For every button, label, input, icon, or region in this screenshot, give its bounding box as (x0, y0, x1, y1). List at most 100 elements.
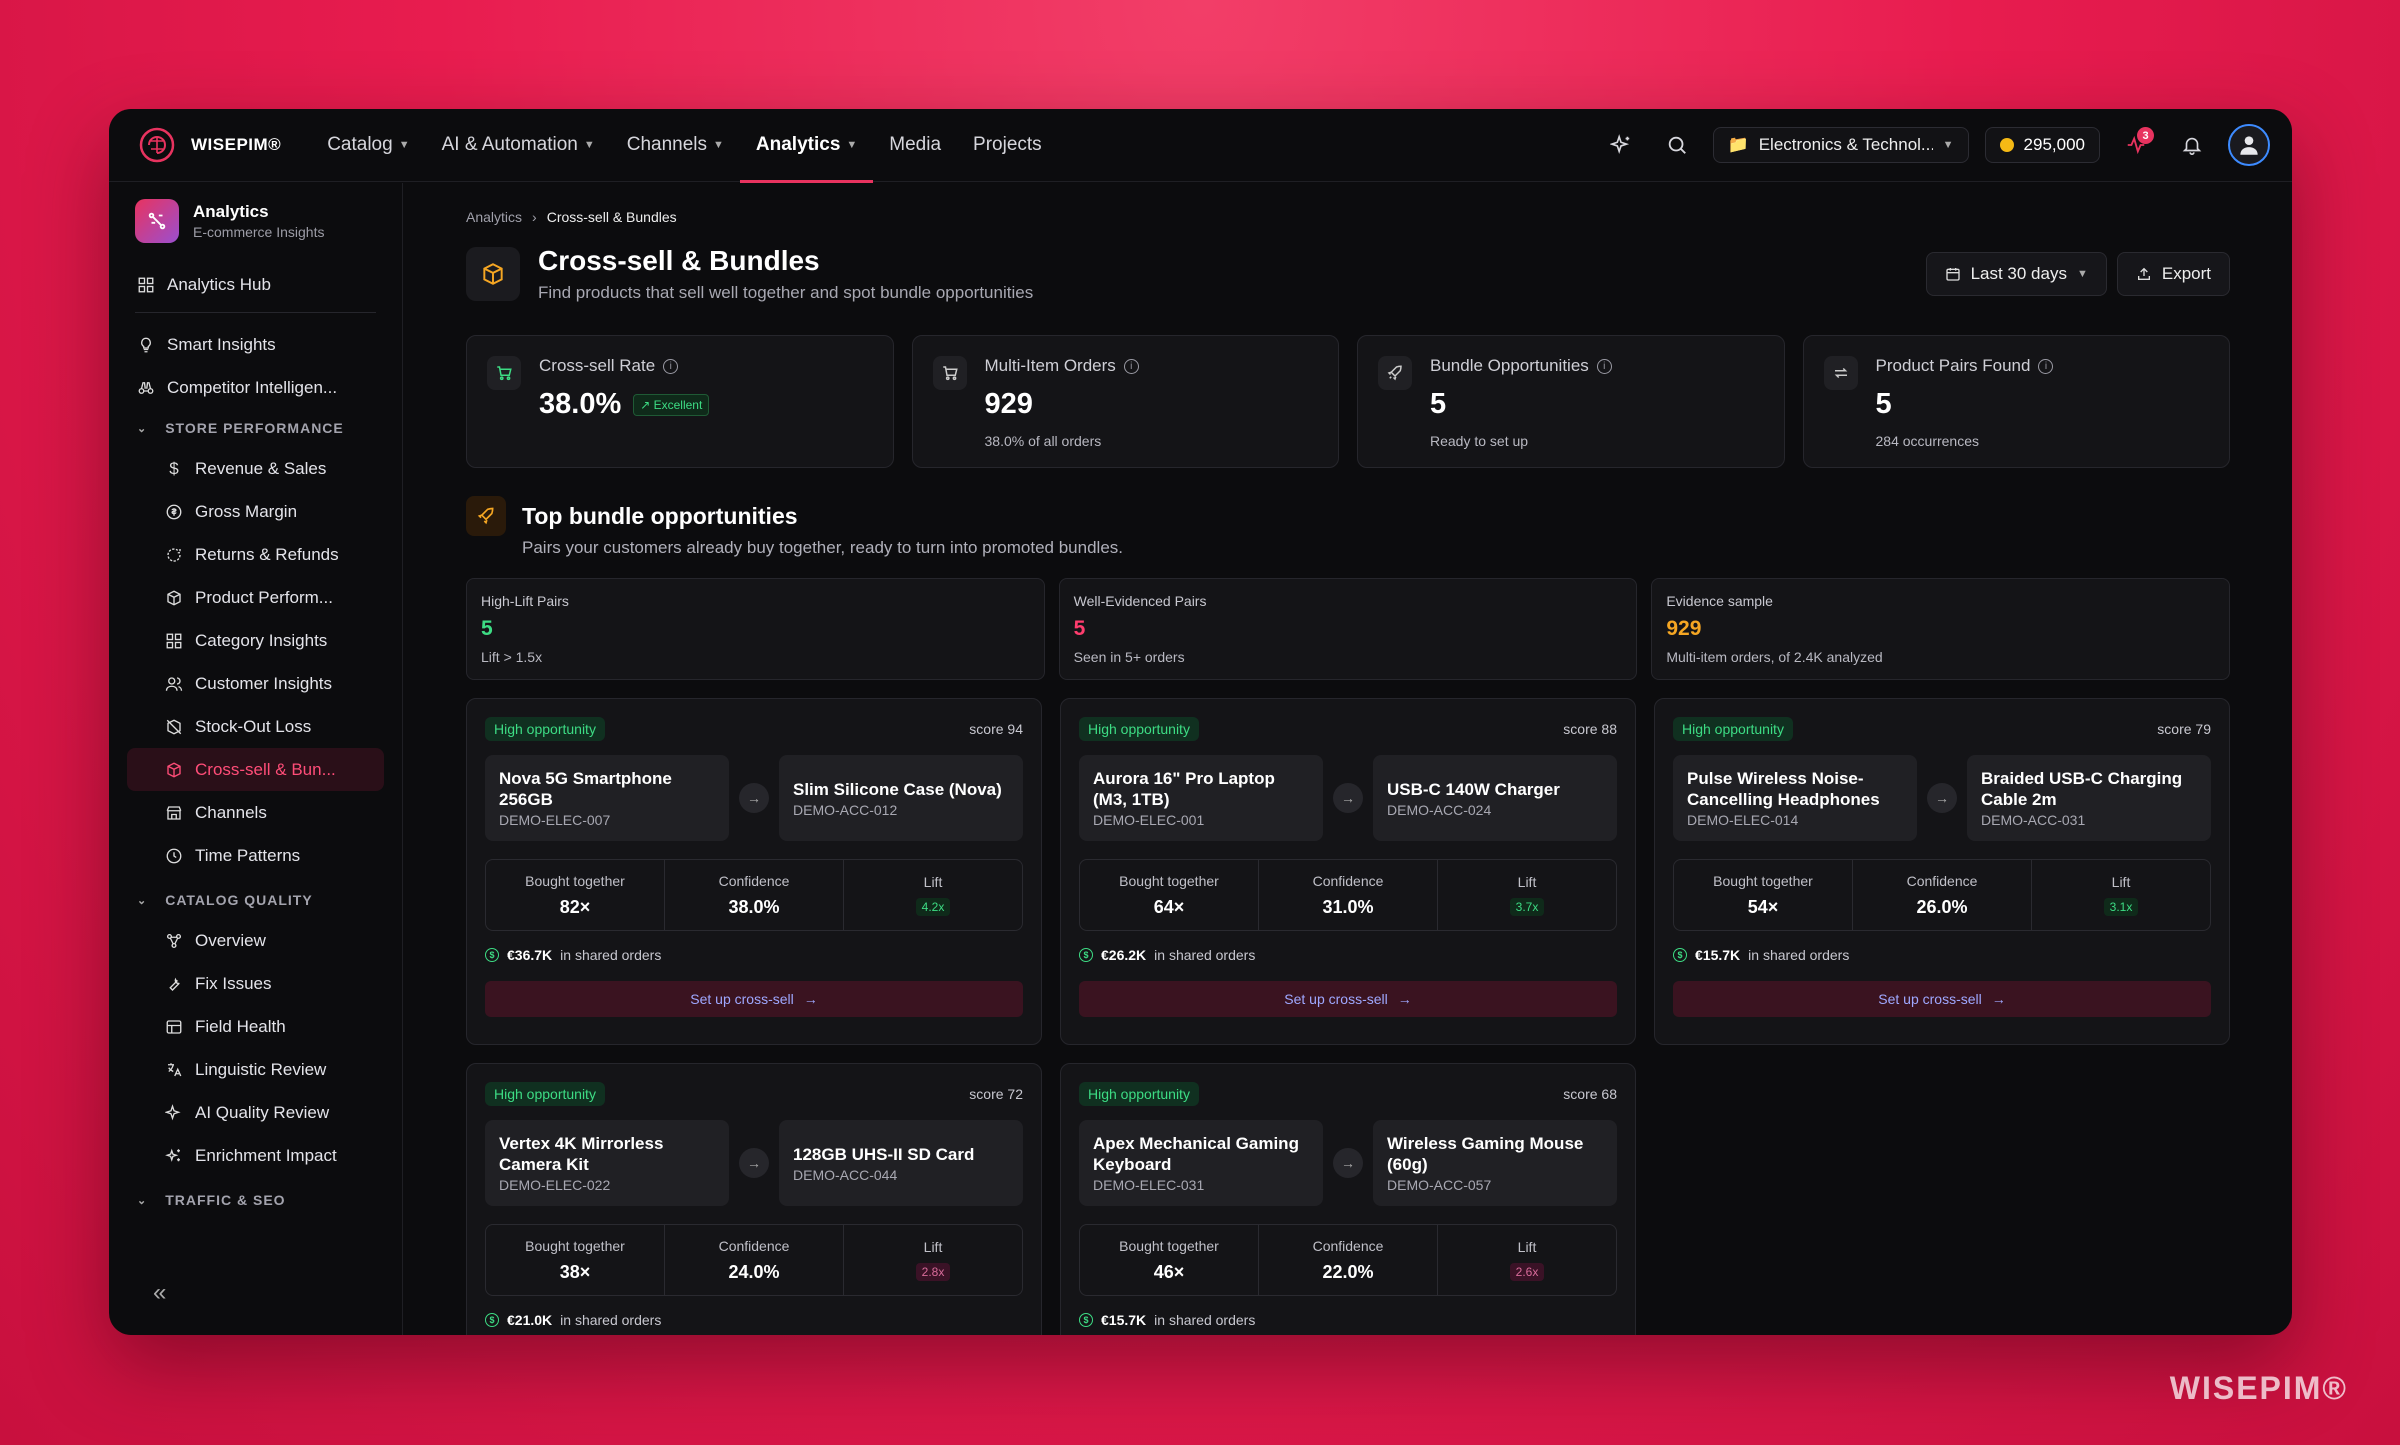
sidebar-item-linguistic-review[interactable]: Linguistic Review (127, 1048, 384, 1091)
nav-ai-automation[interactable]: AI & Automation ▼ (426, 109, 611, 182)
chevron-down-icon: ▼ (2076, 268, 2088, 280)
sidebar-item-revenue-sales[interactable]: $ Revenue & Sales (127, 447, 384, 490)
nav-channels[interactable]: Channels ▼ (611, 109, 740, 182)
collapse-sidebar-icon[interactable]: « (153, 1279, 166, 1307)
stat-note: Seen in 5+ orders (1073, 649, 1185, 665)
sidebar-item-ai-quality-review[interactable]: AI Quality Review (127, 1091, 384, 1134)
product-sku: DEMO-ELEC-022 (499, 1177, 611, 1193)
sidebar-item-analytics-hub[interactable]: Analytics Hub (127, 263, 384, 306)
credits-balance[interactable]: 295,000 (1984, 127, 2100, 163)
sidebar-item-category-insights[interactable]: Category Insights (127, 619, 384, 662)
sidebar-section-traffic-seo[interactable]: ⌄ TRAFFIC & SEO (127, 1181, 384, 1219)
info-icon[interactable]: i (1123, 358, 1139, 374)
arrow-right-icon: → (803, 991, 818, 1007)
sidebar-item-field-health[interactable]: Field Health (127, 1005, 384, 1048)
setup-cross-sell-button[interactable]: Set up cross-sell → (485, 981, 1023, 1017)
sidebar-item-fix-issues[interactable]: Fix Issues (127, 962, 384, 1005)
chevron-down-icon: ▼ (1942, 139, 1954, 151)
kpi-value: 929 (984, 388, 1033, 420)
sidebar-item-time-patterns[interactable]: Time Patterns (127, 834, 384, 877)
product-b[interactable]: Braided USB-C Charging Cable 2m DEMO-ACC… (1967, 755, 2211, 841)
metric-bought-together: Bought together 46× (1080, 1225, 1259, 1295)
lift-badge: 3.7x (1509, 898, 1545, 916)
metric-value: 38× (559, 1261, 591, 1282)
sidebar-item-smart-insights[interactable]: Smart Insights (127, 323, 384, 366)
brand-watermark: WISEPIM® (2169, 1370, 2348, 1406)
metric-confidence: Confidence 24.0% (665, 1225, 844, 1295)
nav-media[interactable]: Media (873, 109, 957, 182)
nav-projects[interactable]: Projects (957, 109, 1058, 182)
sidebar-item-cross-sell-bundles[interactable]: Cross-sell & Bun... (127, 748, 384, 791)
money-icon: $ (485, 1313, 499, 1327)
sparkles-icon (165, 1148, 180, 1162)
user-avatar[interactable] (2228, 124, 2270, 166)
nav-catalog[interactable]: Catalog ▼ (311, 109, 425, 182)
chevron-down-icon: ⌄ (137, 422, 148, 435)
search-button[interactable] (1657, 125, 1697, 165)
product-b[interactable]: Slim Silicone Case (Nova) DEMO-ACC-012 (779, 755, 1023, 841)
app-switcher[interactable]: Analytics E-commerce Insights (127, 199, 384, 263)
sidebar-item-stock-out-loss[interactable]: Stock-Out Loss (127, 705, 384, 748)
product-pair: Pulse Wireless Noise-Cancelling Headphon… (1673, 755, 2211, 841)
metric-label: Bought together (1119, 1237, 1219, 1254)
product-a[interactable]: Aurora 16" Pro Laptop (M3, 1TB) DEMO-ELE… (1079, 755, 1323, 841)
product-a[interactable]: Pulse Wireless Noise-Cancelling Headphon… (1673, 755, 1917, 841)
app-subtitle: E-commerce Insights (193, 224, 325, 240)
sparkle-icon (165, 1103, 181, 1120)
export-button[interactable]: Export (2116, 252, 2230, 296)
info-icon[interactable]: i (663, 358, 679, 374)
opportunity-badge: High opportunity (1673, 717, 1793, 741)
sidebar-divider (135, 312, 376, 313)
top-navbar: WISEPIM® Catalog ▼ AI & Automation ▼ Chann… (109, 109, 2292, 183)
info-icon[interactable]: i (2038, 358, 2054, 374)
score-label: score 88 (1563, 721, 1617, 737)
product-a[interactable]: Apex Mechanical Gaming Keyboard DEMO-ELE… (1079, 1120, 1323, 1206)
sidebar-item-customer-insights[interactable]: Customer Insights (127, 662, 384, 705)
nav-analytics[interactable]: Analytics ▼ (739, 109, 874, 183)
user-icon (2240, 136, 2258, 155)
product-b[interactable]: 128GB UHS-II SD Card DEMO-ACC-044 (779, 1120, 1023, 1206)
metric-label: Lift (1517, 1239, 1537, 1255)
bundle-cards-grid: High opportunity score 94 Nova 5G Smartp… (466, 698, 2230, 1335)
product-a[interactable]: Nova 5G Smartphone 256GB DEMO-ELEC-007 (485, 755, 729, 841)
opportunity-badge: High opportunity (485, 1082, 605, 1106)
info-icon[interactable]: i (1596, 358, 1612, 374)
arrow-right-icon: → (1333, 1148, 1363, 1178)
breadcrumb-parent[interactable]: Analytics (466, 209, 522, 225)
cta-label: Set up cross-sell (1284, 991, 1388, 1007)
sidebar-item-product-performance[interactable]: Product Perform... (127, 576, 384, 619)
sidebar-item-channels[interactable]: Channels (127, 791, 384, 834)
breadcrumb-current: Cross-sell & Bundles (546, 209, 677, 225)
grid-icon (138, 277, 154, 292)
card-header: High opportunity score 94 (485, 717, 1023, 741)
sidebar-item-enrichment-impact[interactable]: Enrichment Impact (127, 1134, 384, 1177)
metric-bought-together: Bought together 82× (486, 860, 665, 930)
product-b[interactable]: Wireless Gaming Mouse (60g) DEMO-ACC-057 (1373, 1120, 1617, 1206)
sidebar-section-catalog-quality[interactable]: ⌄ CATALOG QUALITY (127, 881, 384, 919)
setup-cross-sell-button[interactable]: Set up cross-sell → (1673, 981, 2211, 1017)
metric-lift: Lift 4.2x (844, 860, 1022, 930)
activity-button[interactable]: 3 (2116, 125, 2156, 165)
workspace-select[interactable]: 📁 Electronics & Technol... ▼ (1712, 127, 1969, 163)
arrow-right-icon: → (1991, 991, 2006, 1007)
product-b[interactable]: USB-C 140W Charger DEMO-ACC-024 (1373, 755, 1617, 841)
date-range-select[interactable]: Last 30 days ▼ (1925, 252, 2107, 296)
sidebar-section-store-performance[interactable]: ⌄ STORE PERFORMANCE (127, 409, 384, 447)
product-a[interactable]: Vertex 4K Mirrorless Camera Kit DEMO-ELE… (485, 1120, 729, 1206)
sidebar-item-competitor-intelligence[interactable]: Competitor Intelligen... (127, 366, 384, 409)
sidebar-item-overview[interactable]: Overview (127, 919, 384, 962)
ai-sparkle-button[interactable] (1601, 125, 1641, 165)
sidebar-item-gross-margin[interactable]: Gross Margin (127, 490, 384, 533)
bundle-card: High opportunity score 88 Aurora 16" Pro… (1060, 698, 1636, 1045)
sidebar-item-label: Time Patterns (195, 845, 301, 865)
brand-logo[interactable]: WISEPIM® (137, 125, 281, 165)
metric-label: Lift (923, 1239, 943, 1255)
stat-label: High-Lift Pairs (481, 593, 569, 609)
grid-icon (166, 633, 182, 648)
sidebar-item-returns-refunds[interactable]: Returns & Refunds (127, 533, 384, 576)
brain-logo-icon (139, 127, 175, 163)
setup-cross-sell-button[interactable]: Set up cross-sell → (1079, 981, 1617, 1017)
shared-orders-value: $ €15.7K in shared orders (1673, 947, 2211, 963)
lift-badge: 2.6x (1509, 1263, 1545, 1281)
notifications-button[interactable] (2172, 125, 2212, 165)
